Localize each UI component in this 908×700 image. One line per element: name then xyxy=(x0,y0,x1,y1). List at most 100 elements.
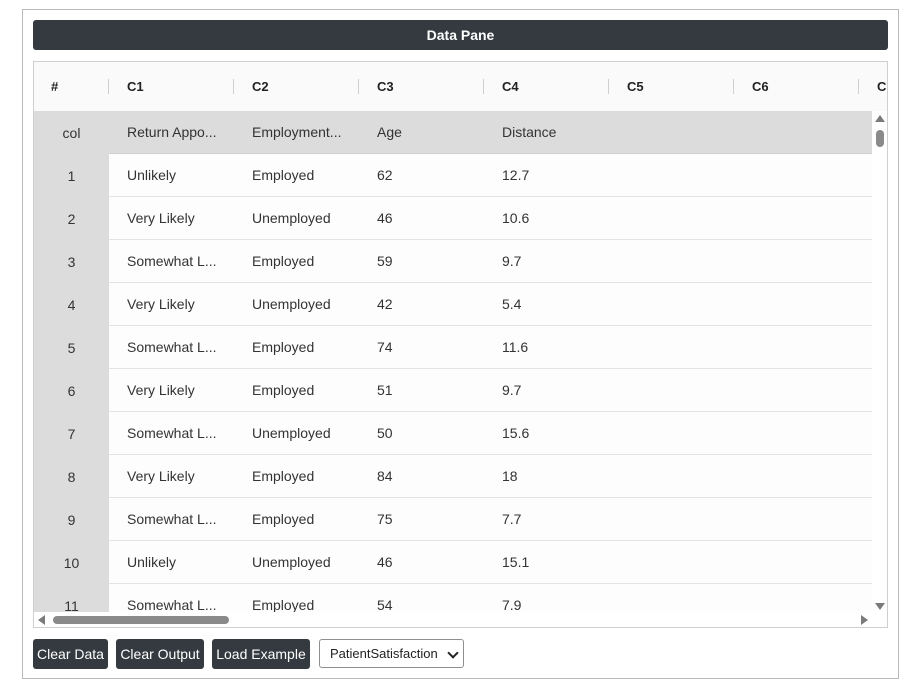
data-cell[interactable]: 9.7 xyxy=(502,240,521,283)
scroll-down-arrow-icon[interactable] xyxy=(875,603,885,610)
data-cell[interactable]: 74 xyxy=(377,326,393,369)
data-cell[interactable]: 50 xyxy=(377,412,393,455)
data-cell[interactable]: 7.9 xyxy=(502,584,521,612)
data-cell[interactable]: Somewhat L... xyxy=(127,326,217,369)
column-name-cell[interactable]: Distance xyxy=(502,111,556,154)
data-cell[interactable]: Unemployed xyxy=(252,541,331,584)
data-cell[interactable]: Unlikely xyxy=(127,154,176,197)
data-cell[interactable]: Employed xyxy=(252,326,314,369)
column-header-index[interactable]: # xyxy=(51,62,58,111)
data-cell[interactable]: Somewhat L... xyxy=(127,498,217,541)
data-cell[interactable]: Employed xyxy=(252,455,314,498)
column-header-c5[interactable]: C5 xyxy=(627,62,644,111)
column-header-c1[interactable]: C1 xyxy=(127,62,144,111)
table-row: 2 Very Likely Unemployed 46 10.6 xyxy=(34,197,872,240)
grid-body: col Return Appo... Employment... Age Dis… xyxy=(34,111,872,612)
data-cell[interactable]: Employed xyxy=(252,240,314,283)
column-separator[interactable] xyxy=(858,79,859,94)
data-cell[interactable]: Employed xyxy=(252,584,314,612)
table-row: 1 Unlikely Employed 62 12.7 xyxy=(34,154,872,197)
data-cell[interactable]: Unemployed xyxy=(252,283,331,326)
data-cell[interactable]: Unlikely xyxy=(127,541,176,584)
data-cell[interactable]: Very Likely xyxy=(127,455,195,498)
load-example-button[interactable]: Load Example xyxy=(212,639,310,669)
row-index[interactable]: 4 xyxy=(34,283,109,326)
table-row: 6 Very Likely Employed 51 9.7 xyxy=(34,369,872,412)
data-cell[interactable]: 84 xyxy=(377,455,393,498)
data-cell[interactable]: Unemployed xyxy=(252,197,331,240)
data-cell[interactable]: 42 xyxy=(377,283,393,326)
data-cell[interactable]: 7.7 xyxy=(502,498,521,541)
table-row: 4 Very Likely Unemployed 42 5.4 xyxy=(34,283,872,326)
column-name-cell[interactable]: Employment... xyxy=(252,111,341,154)
table-row: 8 Very Likely Employed 84 18 xyxy=(34,455,872,498)
column-name-cell[interactable]: Return Appo... xyxy=(127,111,217,154)
column-separator[interactable] xyxy=(233,79,234,94)
data-cell[interactable]: Very Likely xyxy=(127,197,195,240)
data-cell[interactable]: 62 xyxy=(377,154,393,197)
scroll-right-arrow-icon[interactable] xyxy=(861,615,868,625)
row-index[interactable]: 5 xyxy=(34,326,109,369)
data-cell[interactable]: 75 xyxy=(377,498,393,541)
row-index[interactable]: 2 xyxy=(34,197,109,240)
data-cell[interactable]: 10.6 xyxy=(502,197,529,240)
table-row: 9 Somewhat L... Employed 75 7.7 xyxy=(34,498,872,541)
data-cell[interactable]: Somewhat L... xyxy=(127,240,217,283)
data-cell[interactable]: 54 xyxy=(377,584,393,612)
data-cell[interactable]: 59 xyxy=(377,240,393,283)
column-header-c7[interactable]: C7 xyxy=(877,62,887,111)
dataset-select[interactable]: PatientSatisfaction xyxy=(319,639,464,668)
row-index[interactable]: col xyxy=(34,111,109,154)
row-index[interactable]: 10 xyxy=(34,541,109,584)
horizontal-scroll-thumb[interactable] xyxy=(53,616,229,624)
data-cell[interactable]: Unemployed xyxy=(252,412,331,455)
clear-data-button[interactable]: Clear Data xyxy=(33,639,108,669)
column-header-c2[interactable]: C2 xyxy=(252,62,269,111)
row-index[interactable]: 9 xyxy=(34,498,109,541)
data-cell[interactable]: 11.6 xyxy=(502,326,528,369)
row-index[interactable]: 1 xyxy=(34,154,109,197)
chevron-down-icon xyxy=(447,647,459,659)
data-cell[interactable]: 15.6 xyxy=(502,412,529,455)
table-row: 5 Somewhat L... Employed 74 11.6 xyxy=(34,326,872,369)
data-cell[interactable]: Somewhat L... xyxy=(127,412,217,455)
data-cell[interactable]: 9.7 xyxy=(502,369,521,412)
scroll-left-arrow-icon[interactable] xyxy=(38,615,45,625)
dataset-select-value: PatientSatisfaction xyxy=(330,646,438,661)
column-separator[interactable] xyxy=(358,79,359,94)
vertical-scroll-thumb[interactable] xyxy=(876,130,884,147)
clear-output-button[interactable]: Clear Output xyxy=(116,639,204,669)
data-cell[interactable]: 51 xyxy=(377,369,393,412)
column-header-c4[interactable]: C4 xyxy=(502,62,519,111)
data-cell[interactable]: Employed xyxy=(252,498,314,541)
data-cell[interactable]: Employed xyxy=(252,369,314,412)
data-cell[interactable]: 5.4 xyxy=(502,283,521,326)
row-index[interactable]: 8 xyxy=(34,455,109,498)
column-name-cell[interactable]: Age xyxy=(377,111,402,154)
data-cell[interactable]: Employed xyxy=(252,154,314,197)
data-cell[interactable]: Very Likely xyxy=(127,283,195,326)
data-cell[interactable]: 15.1 xyxy=(502,541,529,584)
row-index[interactable]: 6 xyxy=(34,369,109,412)
column-header-c3[interactable]: C3 xyxy=(377,62,394,111)
row-index[interactable]: 3 xyxy=(34,240,109,283)
column-separator[interactable] xyxy=(483,79,484,94)
data-cell[interactable]: 46 xyxy=(377,197,393,240)
data-cell[interactable]: Very Likely xyxy=(127,369,195,412)
row-index[interactable]: 11 xyxy=(34,584,109,612)
column-separator[interactable] xyxy=(608,79,609,94)
row-index[interactable]: 7 xyxy=(34,412,109,455)
data-cell[interactable]: Somewhat L... xyxy=(127,584,217,612)
data-grid[interactable]: # C1 C2 C3 C4 C5 C6 C7 col Return Appo..… xyxy=(33,61,888,628)
scroll-up-arrow-icon[interactable] xyxy=(875,115,885,122)
column-separator[interactable] xyxy=(108,79,109,94)
data-cell[interactable]: 46 xyxy=(377,541,393,584)
column-header-c6[interactable]: C6 xyxy=(752,62,769,111)
horizontal-scrollbar[interactable] xyxy=(34,612,872,627)
column-separator[interactable] xyxy=(733,79,734,94)
data-cell[interactable]: 12.7 xyxy=(502,154,529,197)
column-header-row: # C1 C2 C3 C4 C5 C6 C7 xyxy=(34,62,887,112)
vertical-scrollbar[interactable] xyxy=(872,111,887,612)
data-cell[interactable]: 18 xyxy=(502,455,518,498)
table-row: 3 Somewhat L... Employed 59 9.7 xyxy=(34,240,872,283)
